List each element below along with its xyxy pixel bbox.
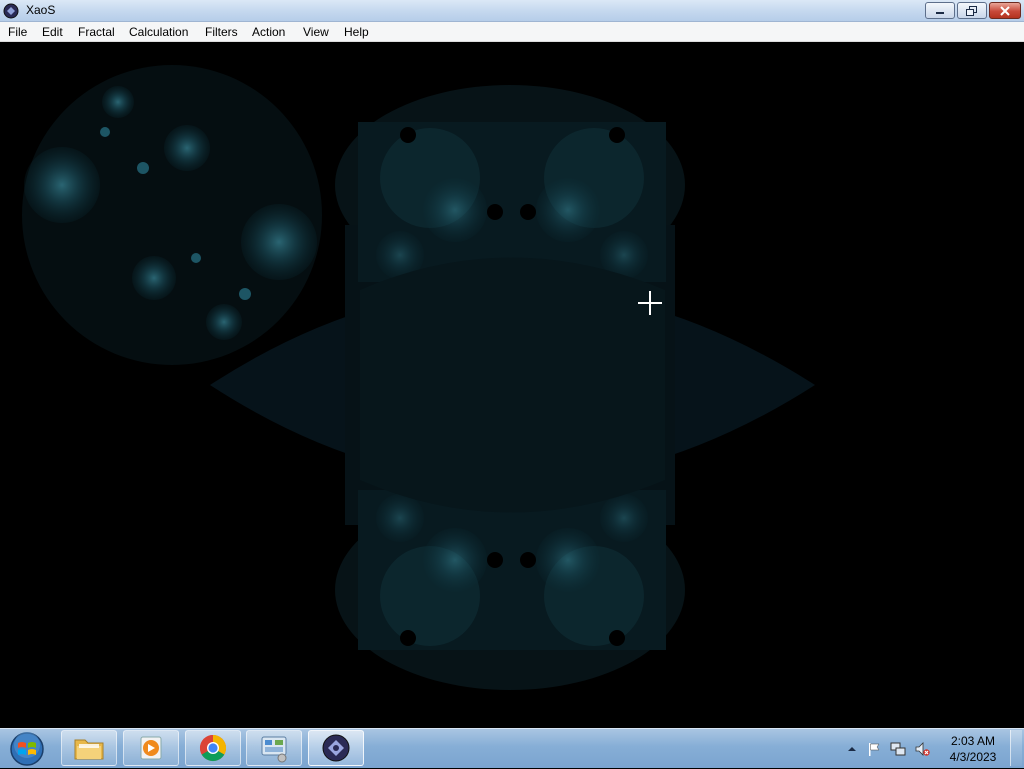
menu-bar: File Edit Fractal Calculation Filters Ac… [0, 22, 1024, 42]
folder-icon [74, 739, 104, 760]
xaos-icon [322, 734, 350, 762]
menu-action[interactable]: Action [252, 25, 285, 39]
menu-filters[interactable]: Filters [205, 25, 238, 39]
menu-fractal[interactable]: Fractal [78, 25, 115, 39]
windows-start-icon[interactable] [7, 731, 47, 767]
taskbar-xaos[interactable] [308, 730, 364, 766]
menu-calculation[interactable]: Calculation [129, 25, 188, 39]
menu-view[interactable]: View [303, 25, 329, 39]
taskbar-file-explorer[interactable] [61, 730, 117, 766]
chrome-icon [199, 734, 227, 762]
close-button[interactable] [989, 2, 1021, 19]
show-hidden-icons-arrow[interactable] [844, 741, 860, 757]
minimize-button[interactable] [925, 2, 955, 19]
minimize-icon [936, 11, 944, 14]
menu-file[interactable]: File [8, 25, 27, 39]
volume-muted-icon[interactable] [914, 741, 930, 757]
xaos-icon [3, 3, 19, 19]
show-desktop-button[interactable] [1010, 730, 1022, 766]
taskbar-chrome[interactable] [185, 730, 241, 766]
fractal-center-lens [360, 257, 665, 513]
taskbar: 2:03 AM 4/3/2023 [0, 728, 1024, 768]
clock-date[interactable]: 4/3/2023 [944, 750, 1002, 764]
control-panel-icon [261, 736, 287, 763]
fractal-canvas[interactable] [0, 43, 1024, 728]
menu-help[interactable]: Help [344, 25, 369, 39]
fractal-lower-lobe [358, 490, 666, 650]
menu-edit[interactable]: Edit [42, 25, 63, 39]
title-bar[interactable]: XaoS [0, 0, 1024, 22]
taskbar-control-panel[interactable] [246, 730, 302, 766]
taskbar-media-player[interactable] [123, 730, 179, 766]
close-icon [1000, 5, 1010, 16]
action-center-flag-icon[interactable] [866, 741, 882, 757]
window-title: XaoS [26, 3, 56, 17]
media-player-icon [140, 736, 162, 760]
clock-time[interactable]: 2:03 AM [944, 734, 1002, 748]
network-icon[interactable] [890, 741, 906, 757]
restore-icon [966, 5, 977, 16]
restore-button[interactable] [957, 2, 987, 19]
